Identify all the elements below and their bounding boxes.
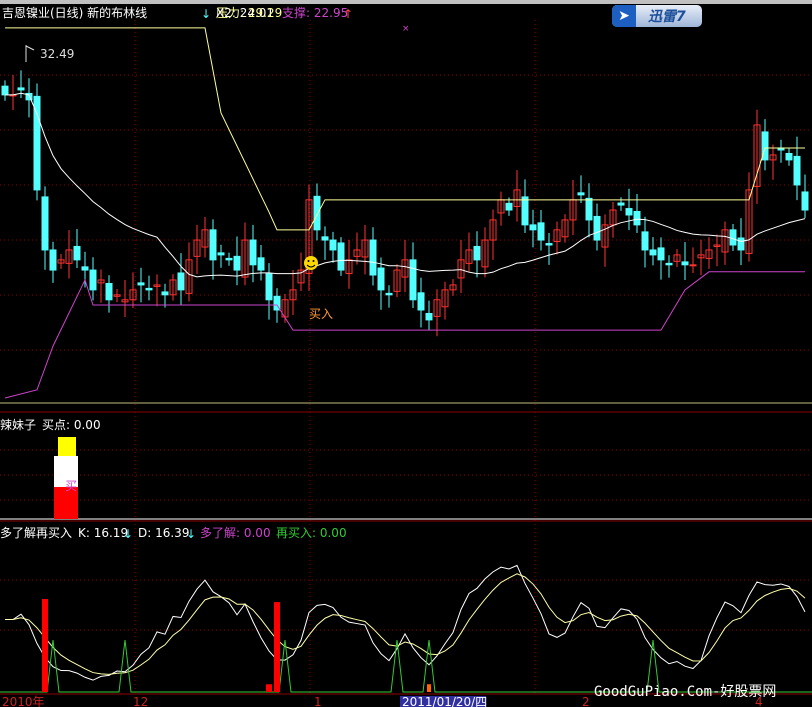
candle-body bbox=[729, 229, 737, 246]
candle-body bbox=[1, 85, 9, 96]
panel3-title: 多了解再买入 bbox=[0, 526, 72, 540]
buy-signal-label: 买入 bbox=[309, 307, 333, 321]
candle-body bbox=[505, 202, 513, 211]
time-cursor-label: 2011/01/20/四 bbox=[402, 695, 487, 707]
panel2-bar-text: 买 bbox=[65, 479, 77, 493]
candle-body bbox=[585, 197, 593, 221]
panel2-title: 辣妹子 bbox=[0, 418, 36, 432]
marker-x-icon: × bbox=[402, 24, 410, 34]
candle-body bbox=[225, 257, 233, 261]
time-label: 1 bbox=[314, 695, 322, 707]
candle-body bbox=[177, 272, 185, 291]
grid bbox=[0, 20, 812, 694]
pressure-line bbox=[5, 27, 805, 231]
candle-body bbox=[73, 245, 81, 261]
chart-title: 吉恩镍业(日线) 新的布林线 bbox=[2, 5, 147, 20]
candle-body bbox=[329, 239, 337, 251]
candle-body bbox=[689, 264, 697, 267]
candle-body bbox=[633, 210, 641, 226]
candle-body bbox=[41, 196, 49, 251]
candle-body bbox=[521, 196, 529, 226]
kd-red-bar bbox=[266, 684, 272, 692]
candle-body bbox=[337, 242, 345, 271]
time-label: 2 bbox=[582, 695, 590, 707]
candle-body bbox=[537, 222, 545, 241]
panel2-buy-point: 买点: 0.00 bbox=[42, 418, 101, 432]
candle-body bbox=[649, 249, 657, 256]
candle-body bbox=[593, 215, 601, 241]
candle-body bbox=[321, 236, 329, 241]
candle-body bbox=[409, 259, 417, 301]
candle-body bbox=[209, 229, 217, 261]
candle-body bbox=[369, 239, 377, 276]
logo-text: 迅雷7 bbox=[648, 9, 686, 25]
candle-body bbox=[737, 237, 745, 251]
time-label: 12 bbox=[133, 695, 148, 707]
candle-body bbox=[625, 208, 633, 216]
candle-body bbox=[89, 269, 97, 291]
candle-body bbox=[641, 231, 649, 251]
candle-body bbox=[105, 282, 113, 301]
candle-body bbox=[161, 291, 169, 296]
candle-body bbox=[33, 95, 41, 191]
candle-body bbox=[617, 202, 625, 206]
kd-red-bar bbox=[42, 599, 48, 692]
arrow-up-icon: ↑ bbox=[343, 7, 353, 21]
max-price-label: 32.49 bbox=[40, 47, 74, 61]
candle-body bbox=[473, 245, 481, 261]
support-value: 支撑: 22.95 bbox=[282, 5, 348, 20]
kd-red-bar bbox=[274, 602, 280, 692]
candle-body bbox=[81, 266, 89, 271]
candle-body bbox=[137, 282, 145, 286]
candle-body bbox=[217, 252, 225, 256]
arrow-down-icon: ↓ bbox=[123, 527, 133, 541]
candle-body bbox=[529, 224, 537, 231]
max-marker-icon bbox=[25, 45, 35, 62]
xunlei-logo[interactable]: ➤ 迅雷7 bbox=[612, 5, 702, 27]
dlj-value: 多了解: 0.00 bbox=[200, 526, 271, 540]
kd-orange-bar bbox=[427, 684, 431, 692]
candle-body bbox=[249, 239, 257, 266]
candle-body bbox=[657, 247, 665, 261]
candle-body bbox=[785, 152, 793, 161]
k-value: K: 16.19 bbox=[78, 526, 128, 540]
window-top-bar bbox=[0, 0, 812, 4]
candle-body bbox=[385, 292, 393, 296]
candle-body bbox=[793, 155, 801, 186]
k-line bbox=[5, 564, 806, 681]
d-line bbox=[5, 573, 806, 675]
kd-panel bbox=[0, 564, 812, 693]
indicator-lines bbox=[4, 27, 806, 399]
time-label: 2010年 bbox=[2, 695, 45, 707]
watermark: GoodGuPiao.Com-好股票网 bbox=[594, 684, 777, 700]
candle-body bbox=[417, 292, 425, 311]
candle-body bbox=[665, 262, 673, 266]
panel2-bar-yellow bbox=[58, 437, 76, 456]
candle-body bbox=[377, 267, 385, 291]
zmr-value: 再买入: 0.00 bbox=[276, 526, 347, 540]
candle-body bbox=[425, 312, 433, 321]
candle-body bbox=[233, 255, 241, 271]
candle-body bbox=[681, 261, 689, 266]
candle-body bbox=[577, 192, 585, 196]
arrow-down-icon: ↓ bbox=[201, 7, 211, 21]
candle-body bbox=[17, 87, 25, 91]
candle-body bbox=[265, 273, 273, 301]
candle-body bbox=[145, 287, 153, 291]
panel2-bars bbox=[54, 437, 78, 519]
candle-body bbox=[49, 249, 57, 271]
candle-body bbox=[257, 257, 265, 271]
bird-icon: ➤ bbox=[612, 5, 636, 27]
smiley-icon bbox=[304, 256, 318, 270]
candle-body bbox=[801, 191, 809, 211]
candles bbox=[1, 70, 809, 337]
d-value: D: 16.39 bbox=[138, 526, 189, 540]
candle-body bbox=[313, 195, 321, 231]
arrow-down-icon: ↓ bbox=[186, 527, 196, 541]
stock-chart: 吉恩镍业(日线) 新的布林线 X2: 24.01 ↓ 压力: 29.29 支撑:… bbox=[0, 0, 812, 707]
pressure-value: 压力: 29.29 bbox=[216, 6, 282, 20]
candle-body bbox=[545, 243, 553, 246]
